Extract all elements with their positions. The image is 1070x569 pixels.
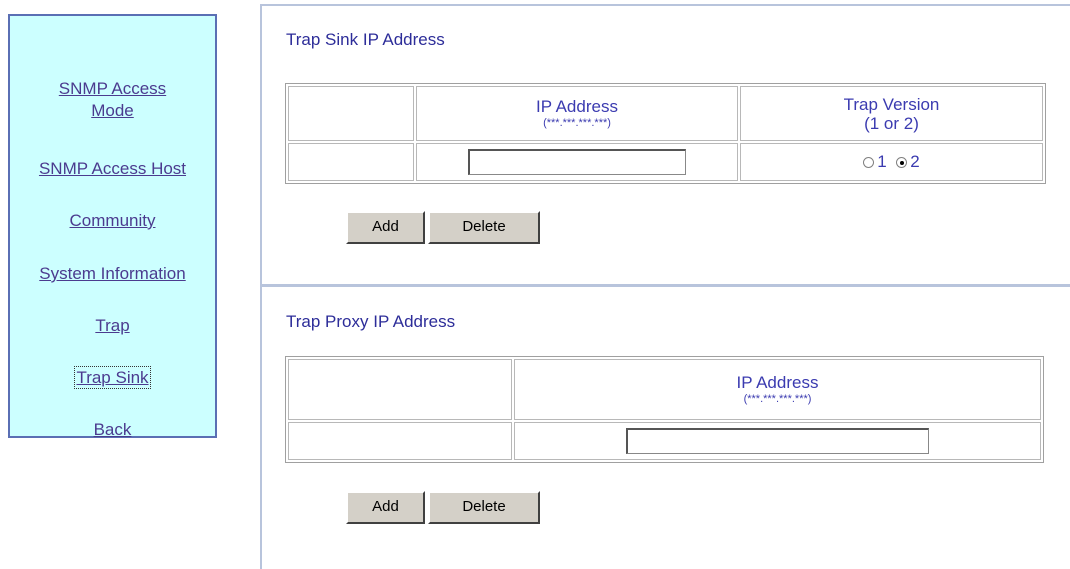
sidebar-item-system-information[interactable]: System Information — [10, 263, 215, 285]
sidebar-item-trap[interactable]: Trap — [10, 315, 215, 337]
ip-address-format-hint: (***.***.***.***) — [543, 117, 611, 129]
ip-address-column-header: IP Address (***.***.***.***) — [514, 359, 1041, 420]
table-row — [288, 422, 1041, 460]
version-2-radio[interactable] — [896, 157, 908, 169]
ip-address-cell — [416, 143, 738, 181]
ip-address-header-label: IP Address — [736, 373, 819, 392]
trap-sink-add-button[interactable]: Add — [346, 211, 425, 244]
ip-address-format-hint: (***.***.***.***) — [743, 393, 812, 405]
sidebar-item-trap-sink[interactable]: Trap Sink — [10, 366, 215, 389]
sidebar-item-label: System Information — [39, 264, 186, 283]
sidebar-item-label: Trap Sink — [74, 366, 151, 389]
trap-version-header-label: Trap Version — [843, 94, 940, 114]
ip-address-column-header: IP Address (***.***.***.***) — [416, 86, 738, 141]
trap-sink-delete-button[interactable]: Delete — [428, 211, 540, 244]
sidebar-item-snmp-access-mode[interactable]: SNMP Access Mode — [10, 78, 215, 122]
trap-proxy-add-button[interactable]: Add — [346, 491, 425, 524]
table-header-row: IP Address (***.***.***.***) — [288, 359, 1041, 420]
table-header-row: IP Address (***.***.***.***) Trap Versio… — [288, 86, 1043, 141]
trap-proxy-panel: Trap Proxy IP Address IP Address (***.**… — [260, 286, 1070, 569]
sidebar-item-label: SNMP Access — [58, 79, 167, 98]
trap-version-column-header: Trap Version (1 or 2) — [740, 86, 1043, 141]
sidebar-item-label: Community — [69, 211, 156, 230]
table-cell — [288, 359, 512, 420]
ip-address-cell — [514, 422, 1041, 460]
trap-version-cell: 1 2 — [740, 143, 1043, 181]
trap-sink-ip-input[interactable] — [468, 149, 686, 175]
table-cell — [288, 143, 414, 181]
sidebar-nav: SNMP Access Mode SNMP Access Host Commun… — [8, 14, 217, 441]
table-cell — [288, 86, 414, 141]
sidebar-item-snmp-access-host[interactable]: SNMP Access Host — [10, 158, 215, 180]
version-radio-group: 1 2 — [863, 152, 920, 171]
trap-sink-panel: Trap Sink IP Address IP Address (***.***… — [260, 4, 1070, 286]
sidebar-item-label: SNMP Access Host — [38, 159, 187, 178]
table-cell — [288, 422, 512, 460]
table-row: 1 2 — [288, 143, 1043, 181]
ip-address-header-label: IP Address — [536, 97, 618, 116]
version-1-label: 1 — [877, 152, 887, 171]
trap-proxy-ip-input[interactable] — [626, 428, 929, 454]
version-1-radio[interactable] — [863, 157, 875, 169]
sidebar-item-label: Mode — [91, 101, 134, 120]
trap-version-header-hint: (1 or 2) — [864, 113, 919, 133]
sidebar-item-label: Back — [93, 420, 132, 439]
trap-sink-title: Trap Sink IP Address — [286, 30, 445, 49]
trap-proxy-delete-button[interactable]: Delete — [428, 491, 540, 524]
trap-sink-table: IP Address (***.***.***.***) Trap Versio… — [285, 83, 1046, 184]
sidebar-item-label: Trap — [95, 316, 130, 335]
sidebar-item-back[interactable]: Back — [10, 419, 215, 441]
sidebar-item-community[interactable]: Community — [10, 210, 215, 232]
trap-proxy-table: IP Address (***.***.***.***) — [285, 356, 1044, 463]
version-2-label: 2 — [910, 152, 920, 171]
trap-proxy-title: Trap Proxy IP Address — [286, 312, 456, 331]
